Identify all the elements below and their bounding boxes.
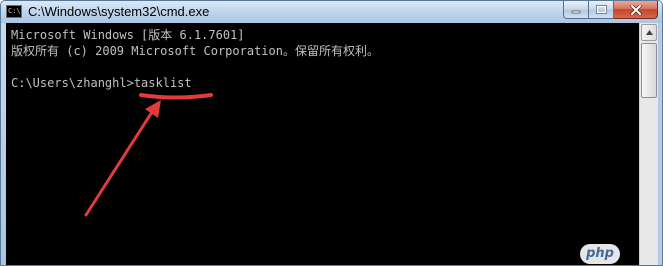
console-line-copyright: 版权所有 (c) 2009 Microsoft Corporation。保留所有… (11, 44, 379, 58)
close-icon (629, 4, 642, 15)
cmd-app-icon[interactable]: C:\ (6, 5, 22, 18)
console-prompt-line[interactable]: C:\Users\zhanghl>tasklist (11, 76, 192, 90)
scrollbar-thumb[interactable] (641, 43, 657, 98)
vertical-scrollbar[interactable] (639, 23, 658, 265)
close-button[interactable] (614, 1, 658, 19)
caption-buttons (563, 1, 658, 20)
window-frame-right (658, 23, 662, 265)
cmd-window: C:\ C:\Windows\system32\cmd.exe Microsof… (0, 0, 663, 266)
console-line-version: Microsoft Windows [版本 6.1.7601] (11, 28, 245, 42)
window-title: C:\Windows\system32\cmd.exe (28, 4, 210, 19)
maximize-button[interactable] (589, 1, 614, 19)
cmd-app-icon-label: C:\ (8, 7, 21, 15)
title-bar[interactable]: C:\ C:\Windows\system32\cmd.exe (1, 1, 662, 23)
watermark-logo: php (580, 244, 620, 264)
maximize-icon (595, 5, 607, 14)
minimize-icon (571, 10, 581, 13)
console-output-area[interactable]: Microsoft Windows [版本 6.1.7601] 版权所有 (c)… (6, 23, 639, 265)
scroll-up-button[interactable] (641, 24, 657, 41)
arrow-up-icon (645, 30, 653, 35)
minimize-button[interactable] (563, 1, 589, 19)
